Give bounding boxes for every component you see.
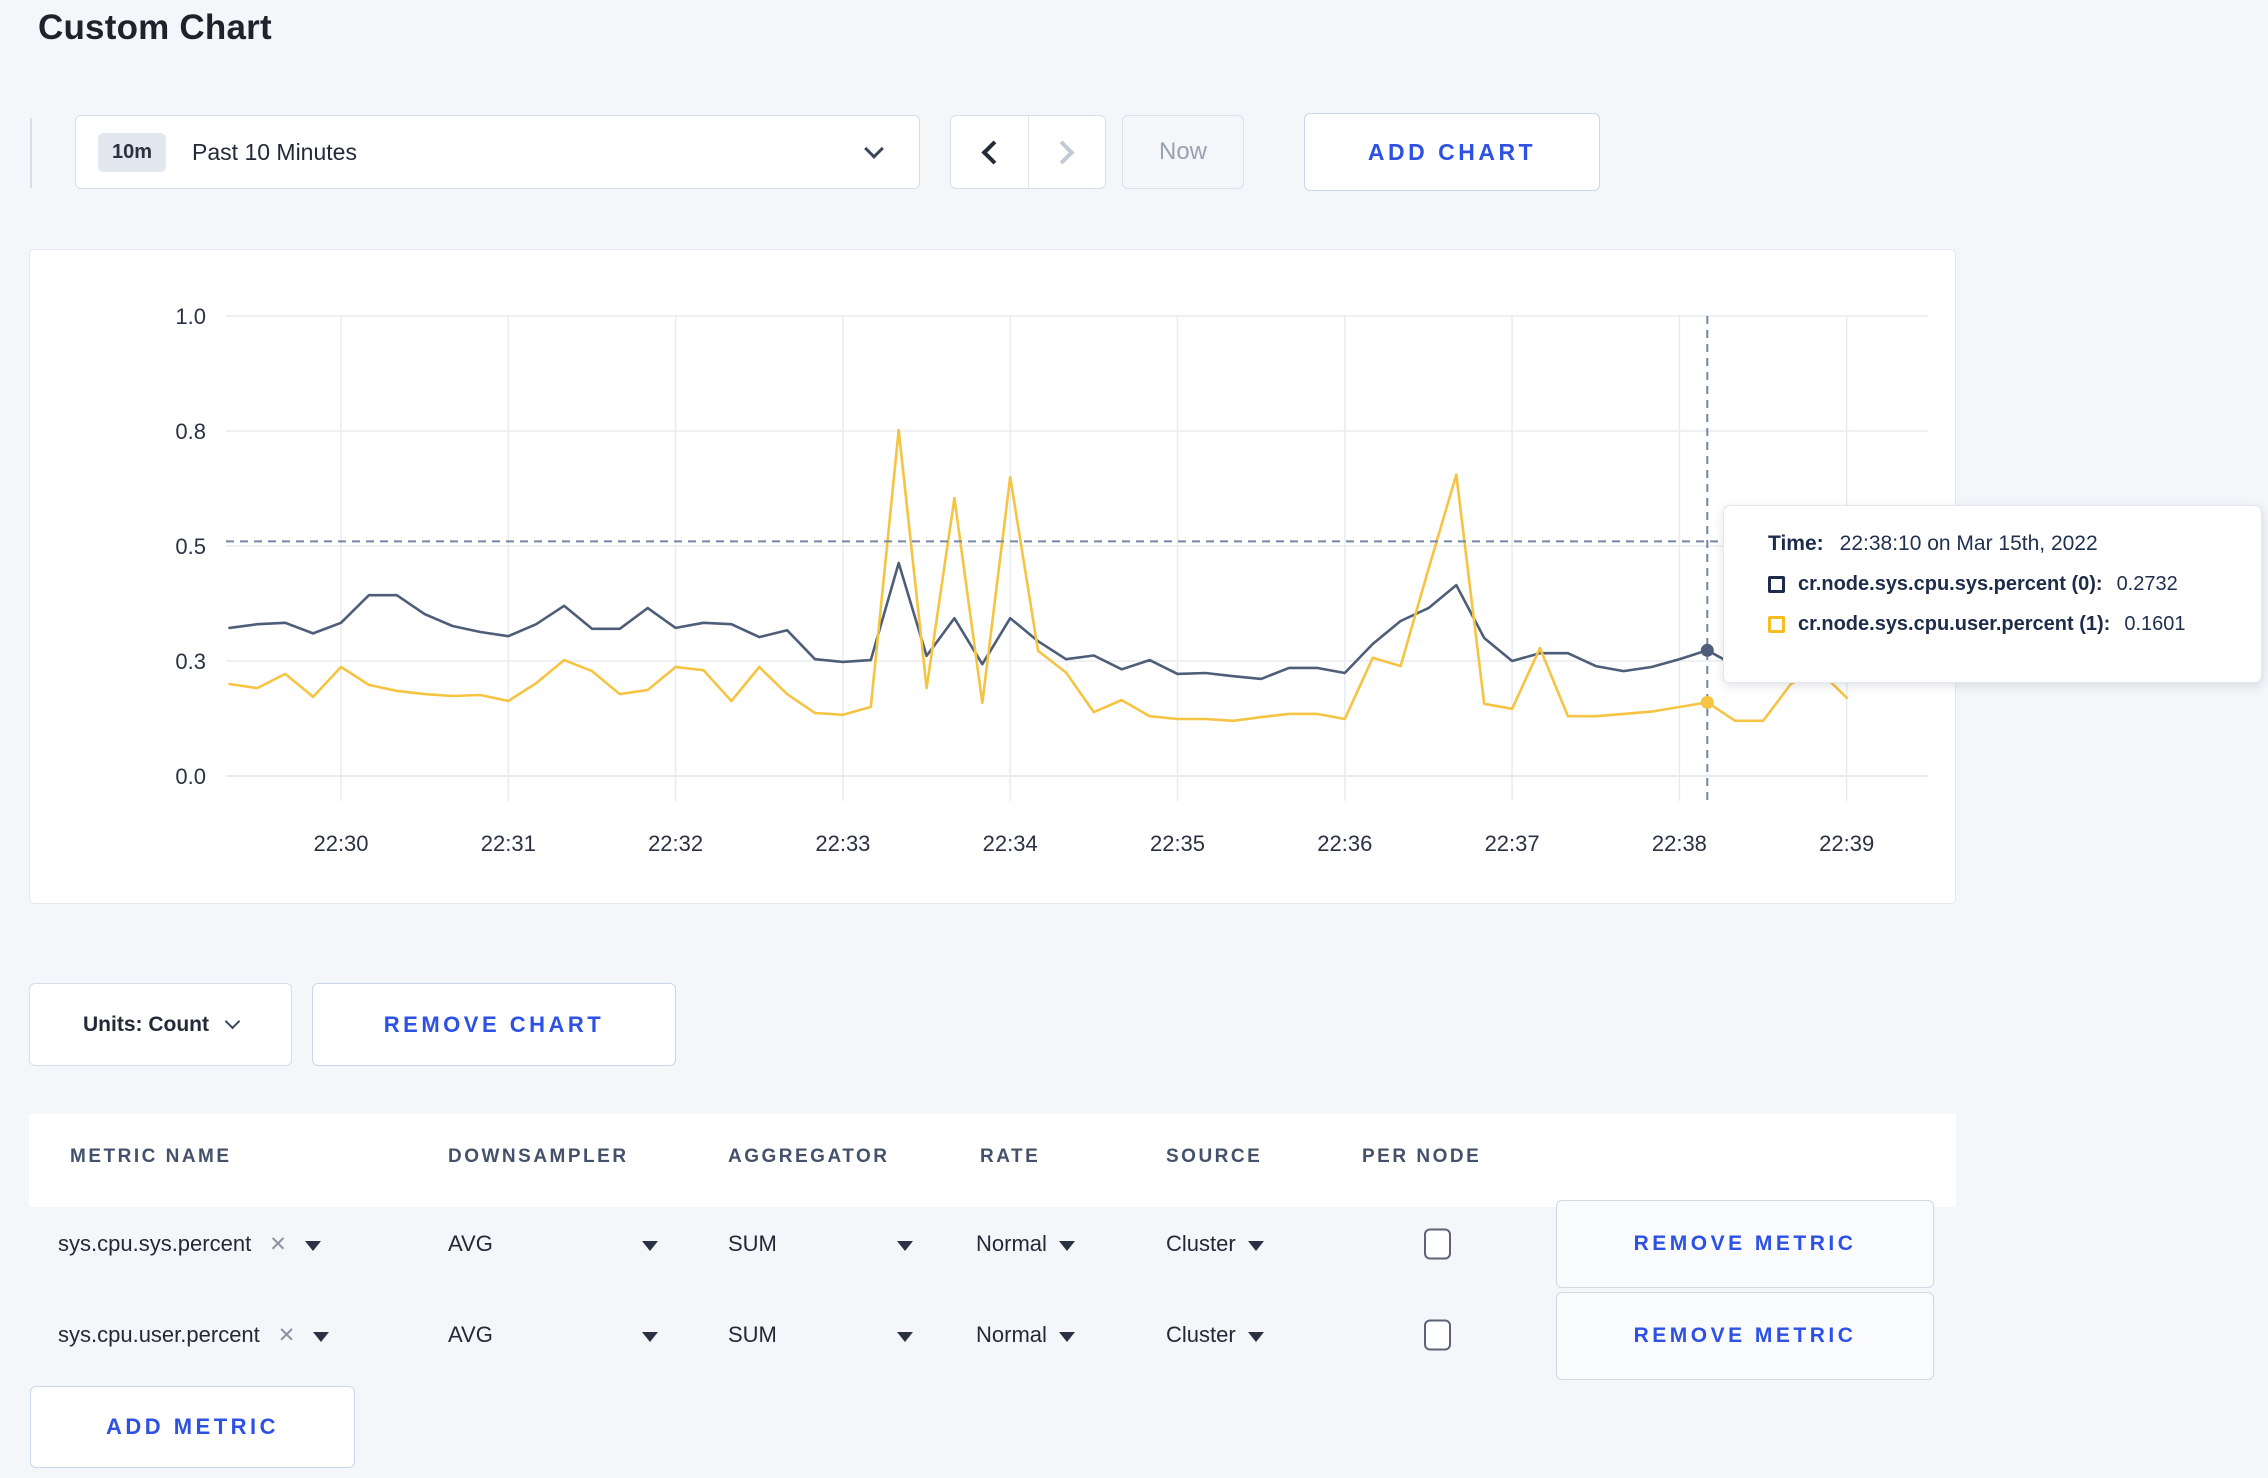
time-pager [950, 115, 1106, 189]
chevron-down-icon [864, 139, 884, 159]
svg-text:22:36: 22:36 [1317, 831, 1372, 856]
chart-tooltip: Time: 22:38:10 on Mar 15th, 2022 cr.node… [1723, 505, 2262, 683]
per-node-checkbox[interactable] [1424, 1228, 1451, 1260]
rate-value: Normal [976, 1322, 1047, 1347]
svg-text:1.0: 1.0 [175, 304, 206, 329]
rate-value: Normal [976, 1231, 1047, 1256]
next-time-button[interactable] [1029, 116, 1106, 188]
aggregator-dropdown[interactable]: SUM [728, 1322, 913, 1348]
svg-text:22:31: 22:31 [481, 831, 536, 856]
clear-metric-icon[interactable]: ✕ [269, 1232, 287, 1257]
aggregator-value: SUM [728, 1231, 777, 1256]
svg-text:0.0: 0.0 [175, 764, 206, 789]
page-title: Custom Chart [38, 8, 272, 47]
time-window-dropdown[interactable]: 10m Past 10 Minutes [75, 115, 920, 189]
chart-card: 0.0 0.3 0.5 0.8 1.0 22:30 22:31 22:32 22:33 22:34… [29, 249, 1956, 904]
col-header-rate: RATE [980, 1146, 1041, 1167]
metric-name-dropdown[interactable]: sys.cpu.user.percent ✕ [58, 1322, 330, 1348]
downsampler-value: AVG [448, 1231, 493, 1256]
downsampler-dropdown[interactable]: AVG [448, 1231, 658, 1257]
svg-text:22:35: 22:35 [1150, 831, 1205, 856]
col-header-downsampler: DOWNSAMPLER [448, 1146, 629, 1167]
dropdown-arrow-icon [897, 1241, 913, 1251]
tooltip-series-value: 0.1601 [2124, 613, 2186, 635]
dropdown-arrow-icon [1247, 1241, 1264, 1251]
time-window-badge: 10m [98, 132, 167, 172]
metrics-table-header: METRIC NAME DOWNSAMPLER AGGREGATOR RATE … [29, 1114, 1956, 1207]
remove-metric-button[interactable]: REMOVE METRIC [1556, 1292, 1934, 1380]
metric-name-value: sys.cpu.user.percent [58, 1322, 260, 1347]
rate-dropdown[interactable]: Normal [976, 1231, 1075, 1257]
prev-time-button[interactable] [951, 116, 1029, 188]
now-button[interactable]: Now [1122, 115, 1244, 189]
user-series-swatch-icon [1768, 616, 1785, 633]
col-header-metric-name: METRIC NAME [70, 1146, 232, 1167]
chevron-left-icon [981, 139, 1006, 165]
tooltip-series-row: cr.node.sys.cpu.sys.percent (0): 0.2732 [1768, 573, 2261, 596]
rate-dropdown[interactable]: Normal [976, 1322, 1075, 1348]
source-dropdown[interactable]: Cluster [1166, 1322, 1264, 1348]
toolbar-divider [30, 118, 32, 188]
col-header-per-node: PER NODE [1362, 1146, 1482, 1167]
clear-metric-icon[interactable]: ✕ [278, 1323, 296, 1348]
dropdown-arrow-icon [1247, 1332, 1264, 1342]
svg-text:0.8: 0.8 [175, 419, 206, 444]
svg-text:22:30: 22:30 [313, 831, 368, 856]
time-window-label: Past 10 Minutes [192, 138, 357, 165]
svg-text:22:34: 22:34 [983, 831, 1038, 856]
svg-text:22:39: 22:39 [1819, 831, 1874, 856]
source-value: Cluster [1166, 1322, 1236, 1347]
dropdown-arrow-icon [897, 1332, 913, 1342]
tooltip-series-value: 0.2732 [2116, 573, 2178, 595]
aggregator-value: SUM [728, 1322, 777, 1347]
tooltip-series-name: cr.node.sys.cpu.sys.percent (0): [1798, 573, 2103, 595]
svg-text:22:38: 22:38 [1652, 831, 1707, 856]
tooltip-series-name: cr.node.sys.cpu.user.percent (1): [1798, 613, 2111, 635]
add-metric-button[interactable]: ADD METRIC [30, 1386, 355, 1468]
downsampler-value: AVG [448, 1322, 493, 1347]
sys-series-swatch-icon [1768, 576, 1785, 593]
aggregator-dropdown[interactable]: SUM [728, 1231, 913, 1257]
metric-name-dropdown[interactable]: sys.cpu.sys.percent ✕ [58, 1231, 321, 1257]
tooltip-time-label: Time: [1768, 532, 1824, 555]
dropdown-arrow-icon [304, 1241, 321, 1251]
chevron-down-icon [224, 1013, 241, 1030]
metric-name-value: sys.cpu.sys.percent [58, 1231, 252, 1256]
tooltip-time-value: 22:38:10 on Mar 15th, 2022 [1839, 532, 2098, 555]
units-dropdown[interactable]: Units: Count [29, 983, 292, 1066]
source-value: Cluster [1166, 1231, 1236, 1256]
dropdown-arrow-icon [642, 1332, 658, 1342]
dropdown-arrow-icon [1058, 1332, 1075, 1342]
svg-text:0.5: 0.5 [175, 534, 206, 559]
cpu-line-chart[interactable]: 0.0 0.3 0.5 0.8 1.0 22:30 22:31 22:32 22:33 22:34… [30, 250, 1957, 905]
svg-text:22:33: 22:33 [815, 831, 870, 856]
source-dropdown[interactable]: Cluster [1166, 1231, 1264, 1257]
col-header-source: SOURCE [1166, 1146, 1263, 1167]
svg-text:0.3: 0.3 [175, 649, 206, 674]
units-label: Units: Count [83, 1012, 209, 1036]
per-node-checkbox[interactable] [1424, 1319, 1451, 1351]
dropdown-arrow-icon [313, 1332, 330, 1342]
dropdown-arrow-icon [642, 1241, 658, 1251]
remove-metric-button[interactable]: REMOVE METRIC [1556, 1200, 1934, 1288]
chevron-right-icon [1050, 139, 1075, 165]
downsampler-dropdown[interactable]: AVG [448, 1322, 658, 1348]
col-header-aggregator: AGGREGATOR [728, 1146, 890, 1167]
custom-chart-page: Custom Chart 10m Past 10 Minutes Now ADD… [0, 0, 2268, 1478]
svg-text:22:32: 22:32 [648, 831, 703, 856]
dropdown-arrow-icon [1058, 1241, 1075, 1251]
svg-text:22:37: 22:37 [1485, 831, 1540, 856]
add-chart-button[interactable]: ADD CHART [1304, 113, 1600, 191]
remove-chart-button[interactable]: REMOVE CHART [312, 983, 676, 1066]
tooltip-time-row: Time: 22:38:10 on Mar 15th, 2022 [1768, 532, 2261, 556]
tooltip-series-row: cr.node.sys.cpu.user.percent (1): 0.1601 [1768, 613, 2261, 636]
